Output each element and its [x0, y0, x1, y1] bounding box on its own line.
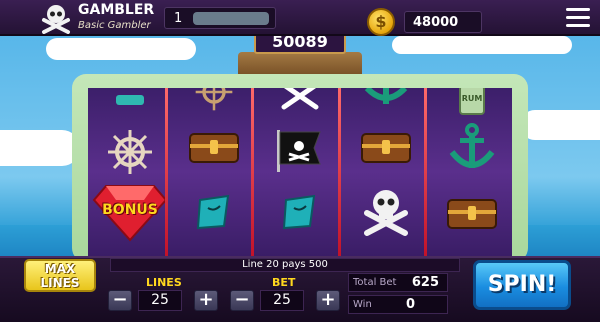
level-display: 1: [164, 7, 276, 29]
bet-label: BET: [272, 276, 296, 289]
skull-avatar-icon[interactable]: [40, 2, 72, 34]
lines-label: LINES: [146, 276, 182, 289]
max-lines-button[interactable]: MAX LINES: [24, 259, 96, 292]
pirate-flag-icon: [258, 122, 342, 178]
message-bar: Line 20 pays 500: [110, 258, 460, 272]
total-bet-display: Total Bet 625: [348, 273, 448, 292]
reel-divider: [338, 88, 341, 256]
cloud: [0, 130, 80, 166]
reel-5: RUM: [430, 88, 512, 256]
reel-4: [344, 88, 428, 256]
lines-plus-button[interactable]: +: [194, 290, 218, 311]
reel-2: [172, 88, 256, 256]
spin-button[interactable]: SPIN!: [473, 260, 571, 310]
lines-value: 25: [138, 290, 182, 311]
total-bet-label: Total Bet: [353, 277, 397, 288]
ships-wheel-icon: [88, 124, 172, 180]
reel-divider: [251, 88, 254, 256]
max-lines-label-1: MAX: [44, 262, 76, 276]
bonus-label: BONUS: [102, 202, 158, 218]
reel-3: [258, 88, 342, 256]
anchor-icon: [344, 88, 428, 122]
win-value: 0: [405, 297, 415, 312]
bonus-gem-icon: BONUS: [88, 184, 172, 242]
cloud: [392, 36, 572, 54]
lines-minus-button[interactable]: −: [108, 290, 132, 311]
total-bet-value: 625: [411, 275, 439, 290]
partial-symbol-icon: [88, 88, 172, 124]
reel-1: BONUS: [88, 88, 172, 256]
bet-minus-button[interactable]: −: [230, 290, 254, 311]
ships-wheel-icon: [172, 88, 256, 120]
bet-value: 25: [260, 290, 304, 311]
treasure-map-icon: [258, 184, 342, 240]
win-display: Win 0: [348, 295, 448, 314]
coin-balance-value: 48000: [413, 15, 459, 30]
reel-divider: [424, 88, 427, 256]
payline-message: Line 20 pays 500: [242, 259, 328, 270]
treasure-chest-icon: [430, 184, 512, 240]
xp-progress-bar: [193, 12, 269, 25]
crossbones-icon: [258, 88, 342, 124]
win-label: Win: [353, 299, 372, 310]
treasure-map-icon: [172, 184, 256, 240]
top-bar: GAMBLER Basic Gambler 1 $ 48000: [0, 0, 600, 36]
bet-plus-button[interactable]: +: [316, 290, 340, 311]
dollar-coin-icon[interactable]: $: [367, 8, 395, 36]
coin-balance: 48000: [404, 11, 482, 33]
level-number: 1: [174, 11, 183, 26]
reel-area: BONUS RUM: [88, 88, 512, 256]
anchor-icon: [430, 120, 512, 176]
treasure-chest-icon: [172, 118, 256, 174]
player-name: GAMBLER: [78, 2, 155, 18]
reel-divider: [165, 88, 168, 256]
skull-crossbones-icon: [344, 182, 428, 238]
treasure-chest-icon: [344, 118, 428, 174]
cloud: [520, 110, 600, 140]
rum-label: RUM: [461, 94, 483, 103]
max-lines-label-2: LINES: [40, 276, 80, 290]
cloud: [46, 38, 196, 60]
hamburger-menu-icon[interactable]: [566, 8, 590, 28]
player-rank: Basic Gambler: [78, 20, 151, 31]
lighthouse-top: [238, 52, 362, 74]
